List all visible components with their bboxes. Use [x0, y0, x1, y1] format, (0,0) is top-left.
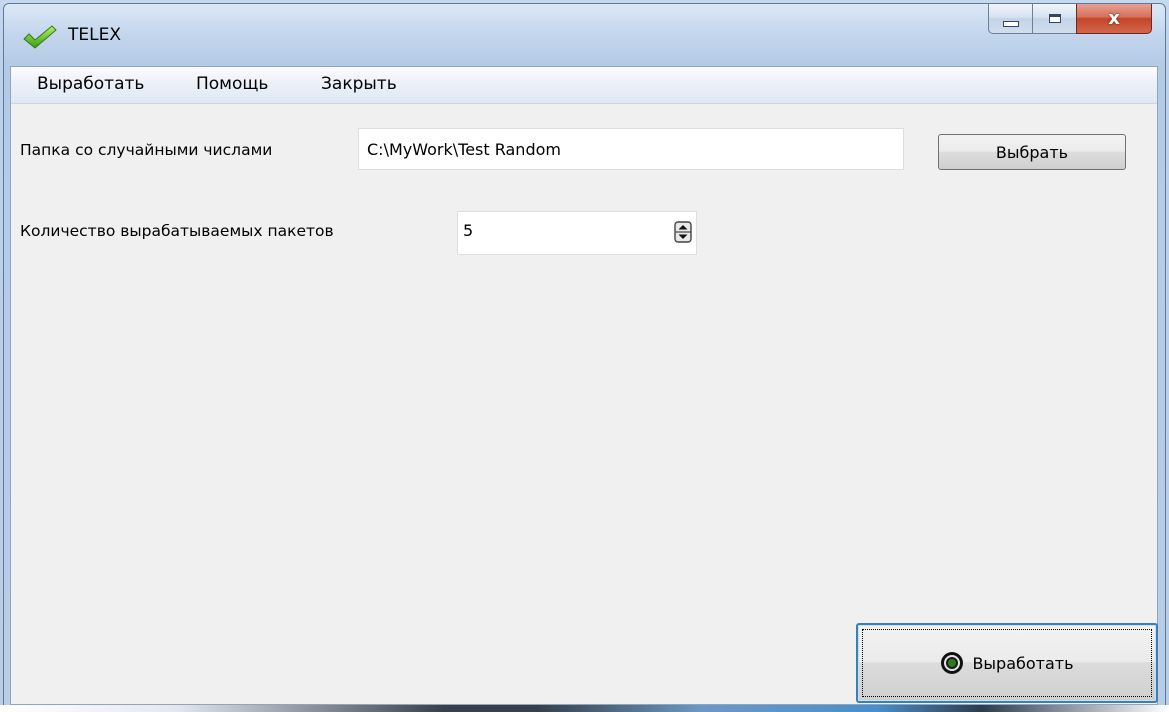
menu-item-help[interactable]: Помощь	[196, 74, 268, 94]
packets-spinbox[interactable]: 5	[457, 211, 697, 255]
packets-label: Количество вырабатываемых пакетов	[20, 222, 334, 240]
spin-arrows-icon[interactable]	[662, 213, 696, 253]
record-icon	[941, 652, 964, 674]
checkmark-icon	[23, 25, 57, 49]
folder-path-input[interactable]	[358, 128, 904, 170]
minimize-icon	[1002, 20, 1019, 27]
window-title: TELEX	[68, 25, 121, 45]
close-icon: x	[1108, 8, 1120, 29]
window: TELEX x Выработать Помощь Закрыть Папка …	[0, 0, 1169, 712]
folder-label: Папка со случайными числами	[20, 141, 273, 159]
packets-value: 5	[463, 221, 474, 240]
menu-item-generate[interactable]: Выработать	[37, 74, 144, 94]
browse-button[interactable]: Выбрать	[938, 134, 1126, 170]
generate-button-content: Выработать	[940, 651, 1074, 675]
menu-item-close[interactable]: Закрыть	[321, 74, 397, 94]
generate-button-label: Выработать	[972, 653, 1074, 673]
maximize-icon	[1048, 14, 1061, 23]
generate-button[interactable]: Выработать	[856, 623, 1158, 703]
menu-bar: Выработать Помощь Закрыть	[11, 67, 1157, 104]
taskbar-edge	[0, 705, 1169, 712]
client-area: Выработать Помощь Закрыть Папка со случа…	[10, 66, 1158, 705]
maximize-button[interactable]	[1032, 4, 1076, 34]
browse-button-label: Выбрать	[995, 142, 1069, 162]
close-button[interactable]: x	[1076, 4, 1152, 34]
caption-buttons: x	[988, 4, 1152, 34]
minimize-button[interactable]	[988, 4, 1032, 34]
title-bar[interactable]: TELEX x	[4, 4, 1164, 66]
